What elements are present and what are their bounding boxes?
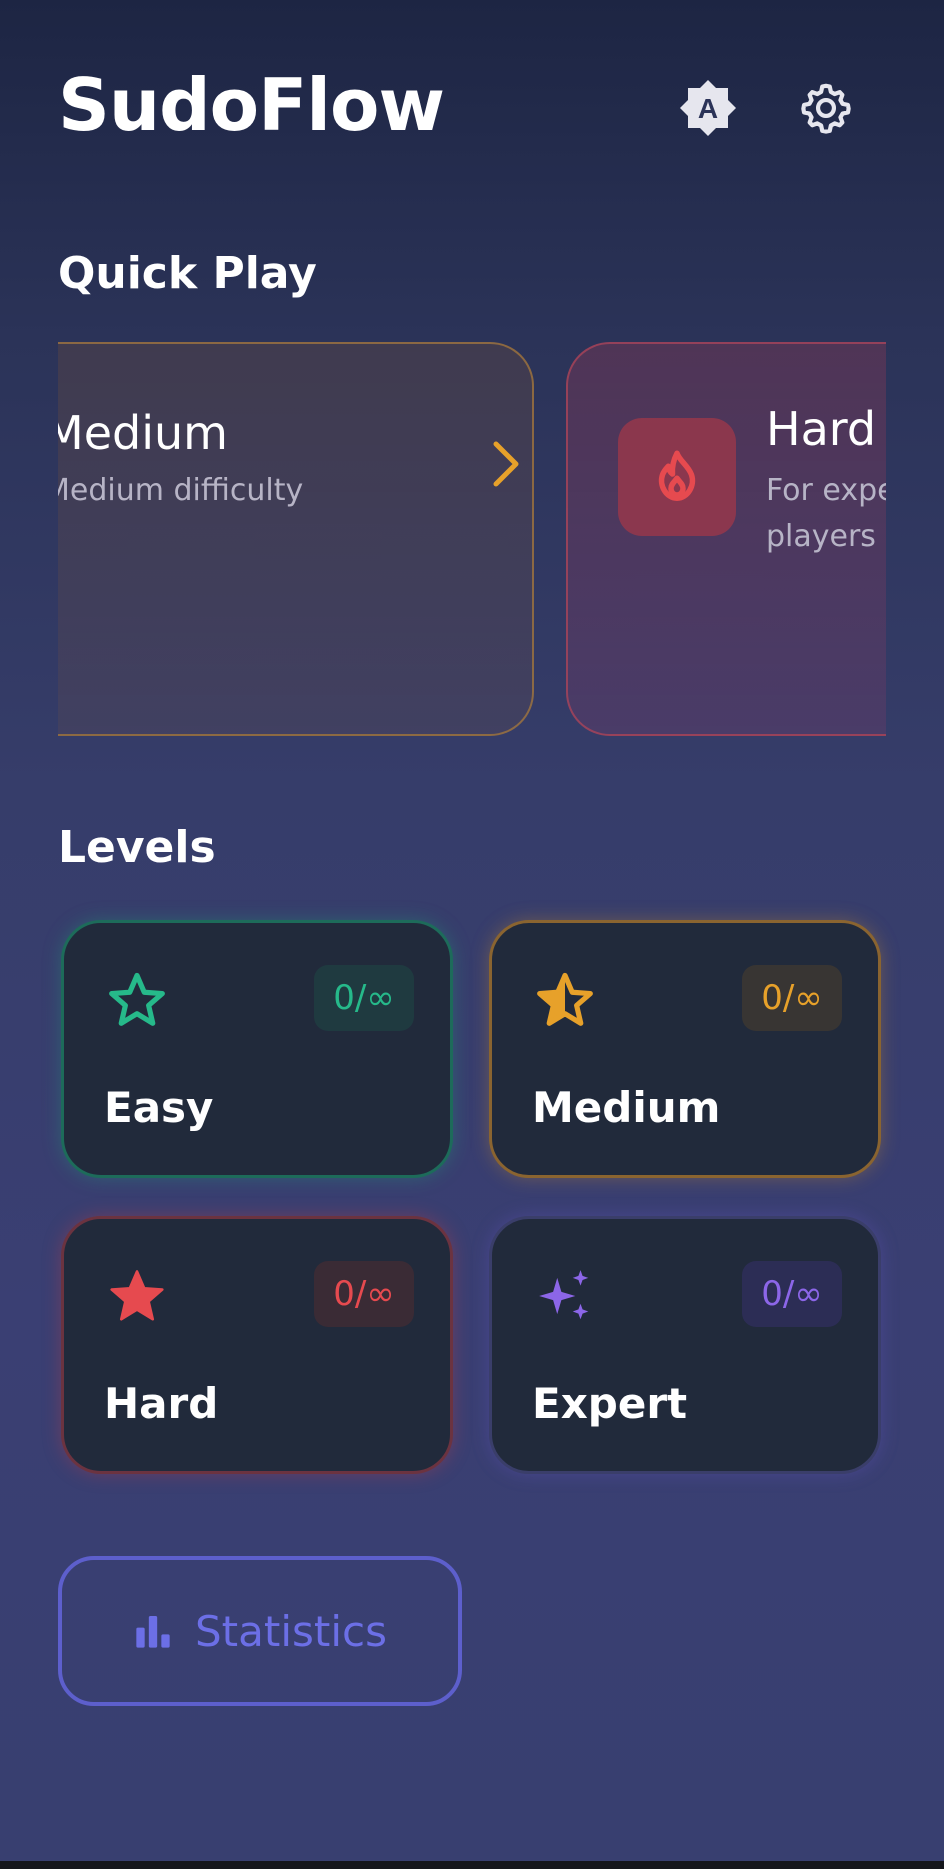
theme-icon-letter: A — [698, 93, 718, 124]
quick-play-card-hard[interactable]: Hard For experienced players — [566, 342, 886, 736]
level-progress-badge: 0/∞ — [314, 1261, 414, 1327]
level-card-easy[interactable]: 0/∞ Easy — [61, 920, 453, 1178]
quick-play-card-description: For experienced players — [766, 473, 886, 554]
app-title: SudoFlow — [58, 63, 445, 147]
quick-play-card-name: Hard — [766, 402, 877, 456]
level-card-medium[interactable]: 0/∞ Medium — [489, 920, 881, 1178]
quick-play-icon-box — [618, 418, 736, 536]
level-progress-badge: 0/∞ — [314, 965, 414, 1031]
level-progress-badge: 0/∞ — [742, 1261, 842, 1327]
level-label: Easy — [104, 1083, 214, 1132]
bottom-strip — [0, 1861, 944, 1869]
level-card-hard[interactable]: 0/∞ Hard — [61, 1216, 453, 1474]
statistics-label: Statistics — [195, 1606, 387, 1656]
auto-brightness-icon: A — [680, 80, 736, 136]
sparkles-icon — [539, 1270, 589, 1320]
level-card-expert[interactable]: 0/∞ Expert — [489, 1216, 881, 1474]
star-filled-icon — [110, 1270, 164, 1321]
theme-toggle-button[interactable]: A — [676, 76, 740, 140]
star-half-icon — [537, 972, 593, 1026]
level-label: Hard — [104, 1379, 219, 1428]
statistics-button[interactable]: Statistics — [58, 1556, 462, 1706]
quick-play-card-description: Medium difficulty — [58, 473, 304, 508]
levels-title: Levels — [58, 822, 216, 873]
quick-play-card-medium[interactable]: Medium Medium difficulty — [58, 342, 534, 736]
quick-play-title: Quick Play — [58, 248, 317, 299]
bar-chart-icon — [136, 1616, 170, 1648]
quick-play-carousel[interactable]: Medium Medium difficulty Hard For experi… — [58, 342, 886, 738]
level-label: Expert — [532, 1379, 688, 1428]
app-header: SudoFlow A — [58, 60, 944, 160]
chevron-right-icon — [493, 441, 519, 487]
settings-button[interactable] — [794, 76, 858, 140]
flame-icon — [658, 450, 696, 501]
quick-play-card-name: Medium — [58, 406, 228, 460]
gear-icon — [801, 83, 851, 134]
star-outline-icon — [109, 972, 165, 1026]
level-label: Medium — [532, 1083, 721, 1132]
level-progress-badge: 0/∞ — [742, 965, 842, 1031]
